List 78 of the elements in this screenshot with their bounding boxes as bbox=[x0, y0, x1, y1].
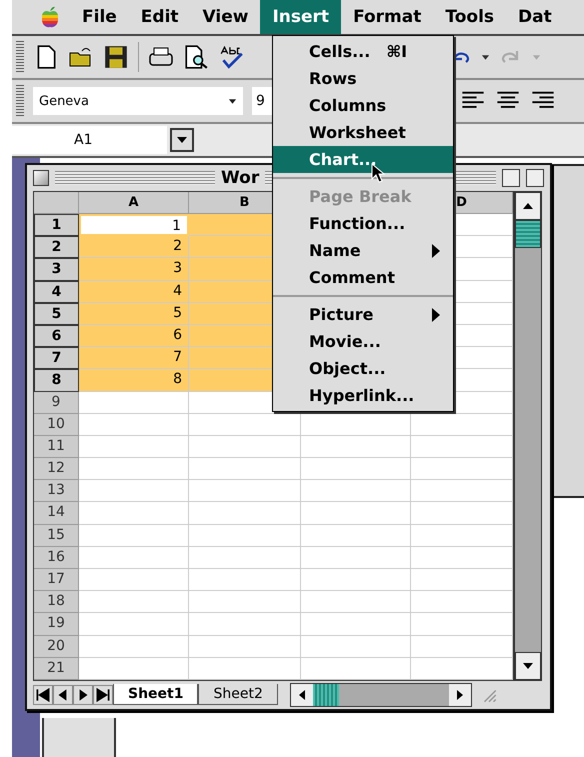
apple-icon[interactable] bbox=[40, 6, 60, 28]
menu-item[interactable]: Insert bbox=[260, 0, 342, 34]
menu-item[interactable]: Tools bbox=[433, 0, 506, 34]
table-cell: 6 bbox=[79, 324, 189, 348]
row-header[interactable]: 12 bbox=[34, 458, 79, 480]
last-sheet-icon[interactable] bbox=[93, 684, 113, 705]
sheet-tab[interactable]: Sheet1 bbox=[113, 684, 198, 706]
row-header[interactable]: 6 bbox=[34, 324, 79, 348]
caret-icon bbox=[532, 53, 541, 61]
horizontal-scrollbar[interactable] bbox=[290, 682, 472, 707]
next-sheet-icon[interactable] bbox=[73, 684, 93, 705]
scroll-thumb[interactable] bbox=[515, 220, 541, 248]
zoom-box[interactable] bbox=[502, 169, 520, 187]
menu-item[interactable]: Movie... bbox=[273, 328, 453, 355]
scroll-down-icon[interactable] bbox=[522, 662, 534, 670]
close-box[interactable] bbox=[33, 170, 49, 186]
row-header[interactable]: 5 bbox=[34, 302, 79, 325]
menu-item[interactable]: Format bbox=[341, 0, 434, 34]
menu-item[interactable]: Dat bbox=[506, 0, 564, 34]
caret-icon bbox=[228, 97, 237, 105]
menu-item[interactable]: Worksheet bbox=[273, 119, 453, 146]
row-header[interactable]: 4 bbox=[34, 280, 79, 303]
row-header[interactable]: 18 bbox=[34, 591, 79, 614]
row-header[interactable]: 15 bbox=[34, 524, 79, 547]
name-box[interactable]: A1 bbox=[12, 126, 167, 154]
spelling-check-icon[interactable] bbox=[218, 44, 244, 70]
menu-item[interactable]: Edit bbox=[128, 0, 191, 34]
row-header[interactable]: 13 bbox=[34, 480, 79, 502]
row-header[interactable]: 2 bbox=[34, 236, 79, 258]
row-header[interactable]: 1 bbox=[34, 214, 79, 236]
menu-item[interactable]: File bbox=[70, 0, 129, 34]
table-cell: 3 bbox=[79, 258, 189, 281]
title-bar-stripes[interactable] bbox=[55, 171, 215, 185]
row-header[interactable]: 8 bbox=[34, 369, 79, 392]
menu-item[interactable]: View bbox=[190, 0, 260, 34]
menu-item[interactable]: Rows bbox=[273, 65, 453, 92]
menu-item[interactable]: Object... bbox=[273, 355, 453, 382]
sheet-tab[interactable]: Sheet2 bbox=[198, 684, 278, 706]
menu-item[interactable]: Columns bbox=[273, 92, 453, 119]
vertical-scrollbar[interactable] bbox=[514, 191, 542, 681]
caret-icon bbox=[176, 136, 188, 144]
font-dropdown[interactable]: Geneva bbox=[33, 87, 243, 115]
row-header[interactable]: 21 bbox=[34, 658, 79, 680]
menu-item[interactable]: Hyperlink... bbox=[273, 382, 453, 409]
scroll-right-icon[interactable] bbox=[456, 688, 464, 701]
scroll-thumb[interactable] bbox=[312, 684, 339, 706]
row-header[interactable]: 17 bbox=[34, 569, 79, 592]
font-size-field[interactable]: 9 bbox=[252, 87, 272, 115]
window-title: Wor bbox=[221, 168, 260, 188]
row-header[interactable]: 14 bbox=[34, 502, 79, 525]
first-sheet-icon[interactable] bbox=[33, 684, 53, 705]
row-header[interactable]: 19 bbox=[34, 613, 79, 636]
caret-icon[interactable] bbox=[481, 53, 490, 61]
table-cell: 1 bbox=[79, 214, 189, 236]
menu-item[interactable]: Name bbox=[273, 237, 453, 264]
table-cell: 4 bbox=[79, 280, 189, 303]
row-header[interactable]: 3 bbox=[34, 258, 79, 281]
previous-sheet-icon[interactable] bbox=[53, 684, 73, 705]
row-header[interactable]: 16 bbox=[34, 546, 79, 569]
print-preview-icon[interactable] bbox=[183, 44, 209, 70]
column-header[interactable]: A bbox=[79, 192, 189, 214]
table-cell: 5 bbox=[79, 302, 189, 325]
collapse-box[interactable] bbox=[526, 169, 544, 187]
table-cell: 2 bbox=[79, 236, 189, 258]
menu-item[interactable]: Chart... bbox=[273, 146, 453, 173]
row-header[interactable]: 10 bbox=[34, 414, 79, 436]
scroll-left-icon[interactable] bbox=[298, 688, 306, 701]
name-box-dropdown-button[interactable] bbox=[170, 128, 194, 152]
row-header[interactable]: 9 bbox=[34, 392, 79, 414]
row-header[interactable]: 20 bbox=[34, 636, 79, 658]
scroll-up-icon[interactable] bbox=[522, 202, 534, 210]
table-cell: 7 bbox=[79, 347, 189, 370]
menu-item[interactable]: Picture bbox=[273, 301, 453, 328]
table-cell: 8 bbox=[79, 369, 189, 392]
menu-item[interactable]: Cells... ⌘I bbox=[273, 38, 453, 65]
menu-item[interactable]: Comment bbox=[273, 264, 453, 291]
row-header[interactable]: 11 bbox=[34, 436, 79, 458]
row-header[interactable]: 7 bbox=[34, 347, 79, 370]
